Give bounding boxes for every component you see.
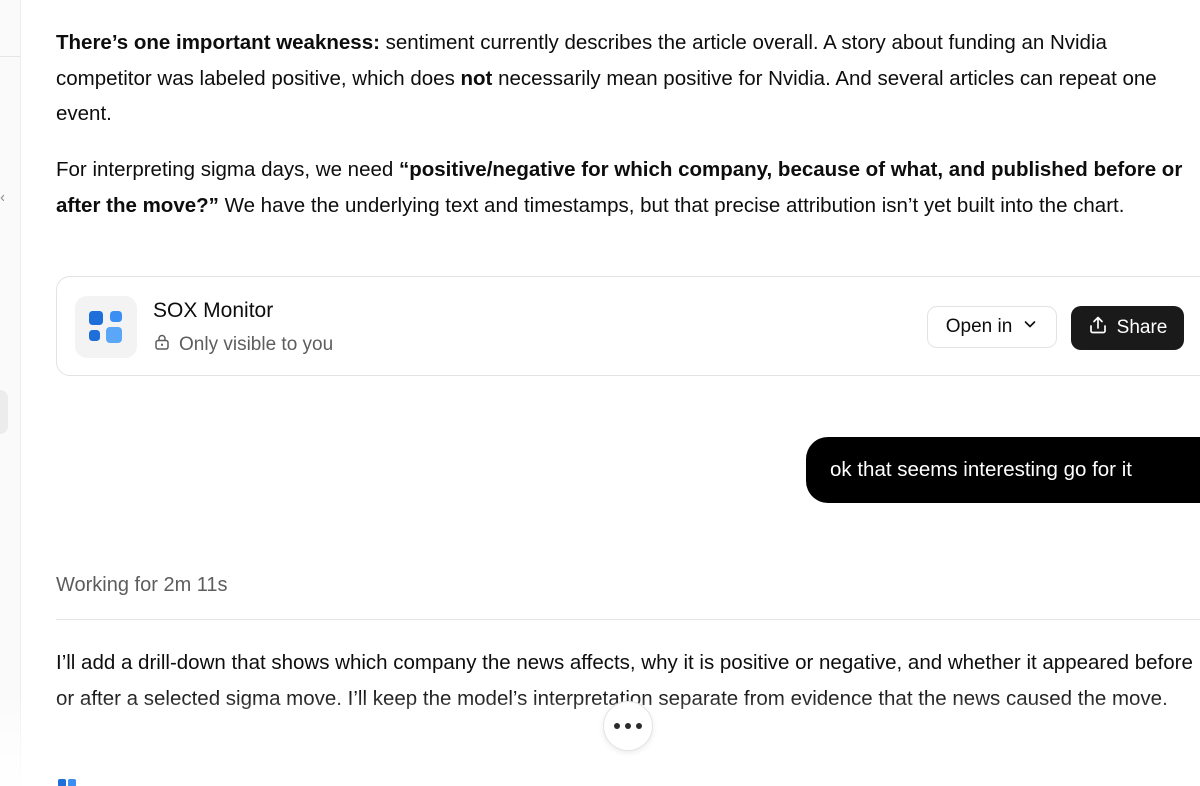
more-dots-icon[interactable]: [603, 701, 653, 751]
sidebar-divider: [0, 56, 20, 57]
working-divider: [56, 619, 1200, 620]
artifact-title: SOX Monitor: [153, 299, 274, 322]
chat-page: ‹ There’s one important weakness: sentim…: [0, 0, 1200, 786]
text-span: For interpreting sigma days, we need: [56, 158, 399, 181]
open-in-button[interactable]: Open in: [927, 306, 1057, 348]
chevron-down-icon: [1022, 316, 1038, 338]
dot: [614, 723, 620, 729]
user-message-text: ok that seems interesting go for it: [830, 458, 1132, 481]
bold-not: not: [460, 66, 493, 90]
sidebar-selected-item[interactable]: [0, 390, 8, 434]
assistant-paragraph-weakness: There’s one important weakness: sentimen…: [56, 25, 1196, 132]
share-upload-icon: [1088, 315, 1108, 341]
visibility-label: Only visible to you: [179, 334, 334, 355]
sidebar-edge: ‹: [0, 0, 21, 786]
lock-icon: [153, 333, 171, 357]
dot: [625, 723, 631, 729]
app-grid-icon: [58, 779, 76, 786]
dot: [636, 723, 642, 729]
user-message-bubble: ok that seems interesting go for it: [806, 437, 1200, 503]
assistant-paragraph-sigma: For interpreting sigma days, we need “po…: [56, 152, 1196, 223]
share-label: Share: [1116, 317, 1168, 338]
partially-hidden-line: [56, 777, 78, 786]
text-span: We have the underlying text and timestam…: [218, 193, 1125, 217]
open-in-label: Open in: [945, 316, 1013, 337]
share-button[interactable]: Share: [1071, 306, 1184, 350]
app-grid-icon: [75, 296, 137, 358]
artifact-visibility: Only visible to you: [153, 333, 333, 357]
artifact-card[interactable]: SOX Monitor Only visible to you Open in: [56, 276, 1200, 376]
bold-weakness: There’s one important weakness:: [56, 31, 380, 54]
working-status[interactable]: Working for 2m 11s: [56, 574, 228, 597]
sidebar-collapse-icon[interactable]: ‹: [0, 188, 4, 208]
